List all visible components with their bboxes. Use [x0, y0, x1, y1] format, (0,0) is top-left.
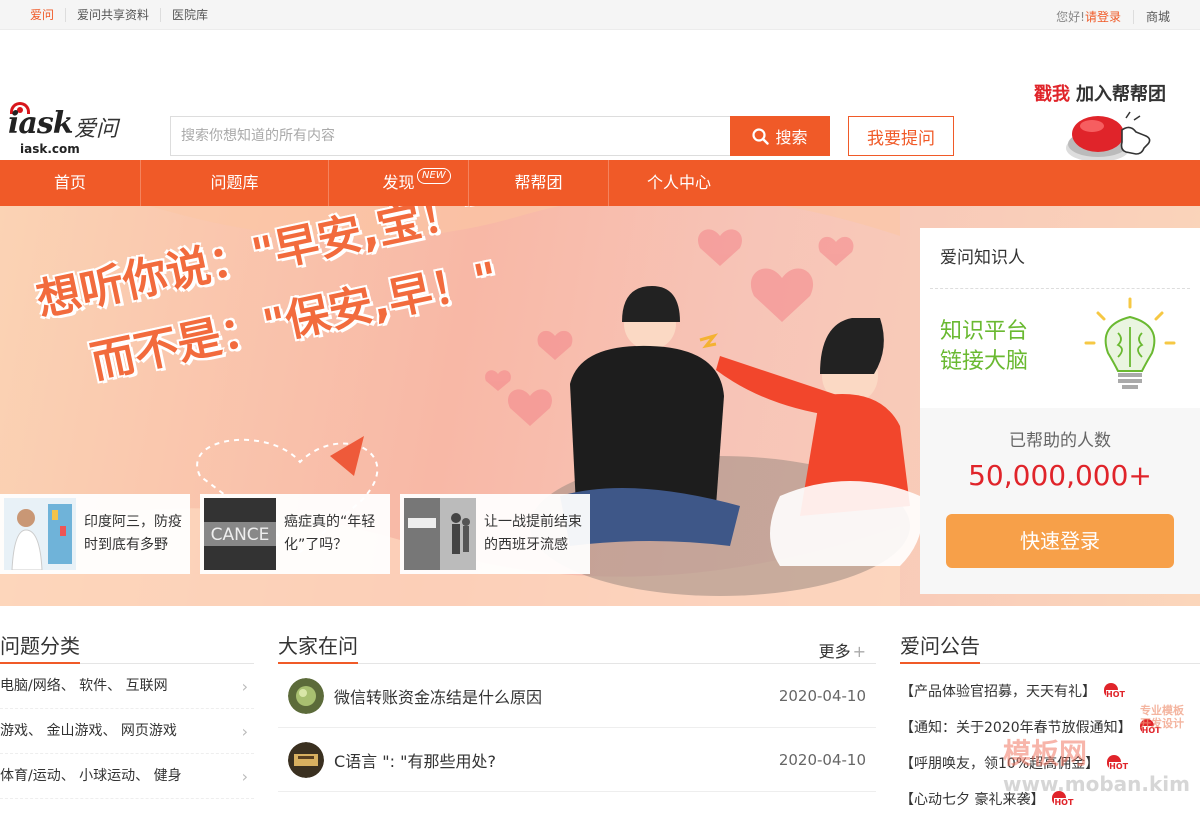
question-row[interactable]: 微信转账资金冻结是什么原因 2020-04-10	[278, 664, 876, 728]
category-row[interactable]: 游戏、 金山游戏、 网页游戏 ›	[0, 709, 254, 754]
news-card-1[interactable]: 印度阿三，防疫时到底有多野	[0, 494, 190, 574]
questions-column: 大家在问 更多+ 微信转账资金冻结是什么原因 2020-04-10 C语言 ":…	[278, 628, 876, 792]
slogan-bottom: 链接大脑	[940, 347, 1028, 377]
top-link-share[interactable]: 爱问共享资料	[65, 8, 160, 22]
poke-highlight: 戳我	[1034, 84, 1070, 105]
nav-discover[interactable]: 发现 NEW	[329, 160, 469, 206]
news-title-2: 癌症真的“年轻化”了吗？	[276, 511, 390, 557]
news-card-3[interactable]: 让一战提前结束的西班牙流感	[400, 494, 590, 574]
category-row[interactable]: 电脑/网络、 软件、 互联网 ›	[0, 664, 254, 709]
category-row[interactable]: 体育/运动、 小球运动、 健身 ›	[0, 754, 254, 799]
news-title-1: 印度阿三，防疫时到底有多野	[76, 511, 190, 557]
news-thumb-doctor	[4, 498, 76, 570]
top-link-hospital[interactable]: 医院库	[160, 8, 219, 22]
shop-link[interactable]: 商城	[1133, 10, 1170, 24]
watermark-url: www.moban.kim	[1003, 772, 1190, 796]
greeting-text: 您好!	[1056, 8, 1085, 25]
nav-question-bank[interactable]: 问题库	[141, 160, 329, 206]
watermark: 模板网 专业模板开发设计 www.moban.kim	[1003, 732, 1190, 796]
logo[interactable]: iask 爱问 iask.com	[8, 102, 118, 160]
category-header: 问题分类	[0, 628, 254, 664]
search-button[interactable]: 搜索	[730, 116, 830, 156]
category-row-label: 体育/运动、 小球运动、 健身	[0, 768, 182, 784]
question-date: 2020-04-10	[779, 751, 866, 769]
notice-title: 爱问公告	[900, 628, 980, 664]
questions-title: 大家在问	[278, 628, 358, 664]
plus-icon: +	[853, 642, 866, 661]
search-icon	[752, 128, 769, 145]
join-team-promo[interactable]: 戳我加入帮帮团	[1034, 80, 1184, 168]
join-team-title: 戳我加入帮帮团	[1034, 80, 1184, 106]
question-text: C语言 ": "有那些用处?	[334, 748, 779, 772]
top-bar: 爱问 爱问共享资料 医院库 您好! 请登录 商城	[0, 0, 1200, 30]
top-links: 爱问 爱问共享资料 医院库	[30, 8, 219, 22]
helped-count: 50,000,000+	[920, 459, 1200, 492]
red-button-icon	[1064, 108, 1164, 166]
chevron-right-icon: ›	[242, 709, 248, 754]
watermark-tagline: 专业模板开发设计	[1140, 704, 1184, 730]
logo-domain: iask.com	[20, 142, 80, 156]
help-stats: 已帮助的人数 50,000,000+ 快速登录	[920, 408, 1200, 594]
logo-text: iask	[8, 106, 73, 141]
category-row-label: 电脑/网络、 软件、 互联网	[0, 678, 168, 694]
more-link[interactable]: 更多+	[819, 638, 866, 662]
avatar	[288, 742, 324, 778]
notice-text: 【产品体验官招募，天天有礼】	[900, 674, 1096, 710]
brain-bulb-icon	[1084, 297, 1176, 397]
search-input[interactable]	[170, 116, 730, 156]
category-row-label: 游戏、 金山游戏、 网页游戏	[0, 723, 177, 739]
panel-title: 爱问知识人	[920, 228, 1200, 288]
news-title-3: 让一战提前结束的西班牙流感	[476, 511, 590, 557]
questions-header: 大家在问 更多+	[278, 628, 876, 664]
search-button-label: 搜索	[775, 124, 807, 148]
avatar	[288, 678, 324, 714]
nav-help-team[interactable]: 帮帮团	[469, 160, 609, 206]
category-column: 问题分类 电脑/网络、 软件、 互联网 › 游戏、 金山游戏、 网页游戏 › 体育/…	[0, 628, 254, 799]
main-nav: 首页 问题库 发现 NEW 帮帮团 个人中心	[0, 160, 1200, 206]
nav-personal-center[interactable]: 个人中心	[609, 160, 749, 206]
slogan-top: 知识平台	[940, 317, 1028, 347]
panel-promo[interactable]: 知识平台 链接大脑	[930, 288, 1190, 408]
watermark-brand: 模板网	[1003, 737, 1087, 770]
watermark-line-2: 开发设计	[1140, 717, 1184, 730]
helped-label: 已帮助的人数	[920, 408, 1200, 451]
new-badge: NEW	[417, 168, 451, 184]
panel-slogan: 知识平台 链接大脑	[940, 317, 1028, 377]
logo-cn: 爱问	[74, 111, 118, 143]
poke-text: 加入帮帮团	[1076, 84, 1166, 105]
top-user: 您好! 请登录 商城	[1056, 8, 1170, 25]
more-label: 更多	[819, 642, 851, 661]
notice-header: 爱问公告	[900, 628, 1200, 664]
hot-icon	[1100, 683, 1128, 701]
top-link-iask[interactable]: 爱问	[30, 8, 65, 22]
nav-home[interactable]: 首页	[0, 160, 141, 206]
ask-question-button[interactable]: 我要提问	[848, 116, 954, 156]
question-date: 2020-04-10	[779, 687, 866, 705]
nav-discover-label: 发现	[382, 173, 414, 192]
news-thumb-flu	[404, 498, 476, 570]
chevron-right-icon: ›	[242, 754, 248, 799]
news-card-2[interactable]: CANCE 癌症真的“年轻化”了吗？	[200, 494, 390, 574]
question-text: 微信转账资金冻结是什么原因	[334, 684, 779, 708]
question-row[interactable]: C语言 ": "有那些用处? 2020-04-10	[278, 728, 876, 792]
search-bar: 搜索	[170, 116, 830, 156]
login-link[interactable]: 请登录	[1085, 8, 1121, 25]
knowledge-panel: 爱问知识人 知识平台 链接大脑 已帮助的人数 50,000,000+ 快速登录	[920, 228, 1200, 594]
news-thumb-cancer: CANCE	[204, 498, 276, 570]
header: iask 爱问 iask.com 搜索 我要提问 戳我加入帮帮团	[0, 30, 1200, 160]
watermark-line-1: 专业模板	[1140, 704, 1184, 717]
chevron-right-icon: ›	[242, 664, 248, 709]
svg-text:CANCE: CANCE	[211, 525, 270, 545]
category-title: 问题分类	[0, 628, 80, 664]
quick-login-button[interactable]: 快速登录	[946, 514, 1174, 568]
